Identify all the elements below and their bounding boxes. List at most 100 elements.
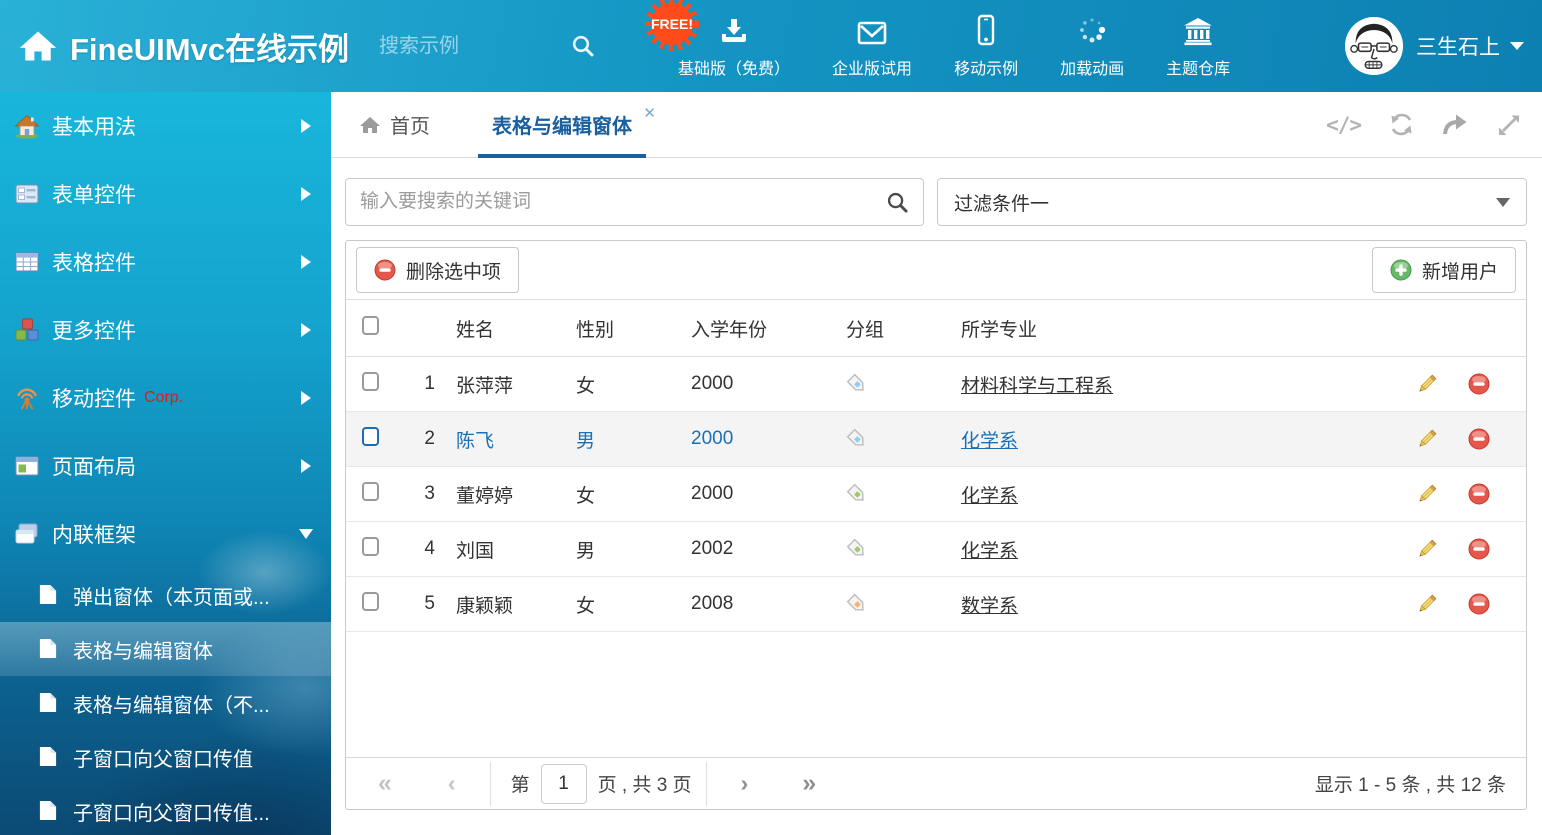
edit-pencil-icon[interactable] bbox=[1416, 373, 1438, 395]
keyword-search-input[interactable] bbox=[360, 191, 886, 213]
sidebar-subitem-grid-edit-window-2[interactable]: 表格与编辑窗体（不... bbox=[0, 676, 331, 730]
app-home-icon[interactable] bbox=[18, 26, 58, 66]
col-year[interactable]: 入学年份 bbox=[676, 300, 831, 357]
sidebar-subitem-grid-edit-window[interactable]: 表格与编辑窗体 bbox=[0, 622, 331, 676]
edit-pencil-icon[interactable] bbox=[1416, 593, 1438, 615]
page-label: 第 bbox=[511, 770, 530, 797]
col-group[interactable]: 分组 bbox=[831, 300, 946, 357]
chevron-right-icon bbox=[301, 391, 311, 405]
file-icon bbox=[38, 746, 58, 768]
tab-grid-edit-window[interactable]: 表格与编辑窗体 ✕ bbox=[478, 92, 646, 157]
nav-item-loading-animations[interactable]: 加载动画 bbox=[1039, 0, 1145, 92]
edit-pencil-icon[interactable] bbox=[1416, 538, 1438, 560]
tab-bar: 首页 表格与编辑窗体 ✕ </> bbox=[331, 92, 1542, 158]
table-row: 4 刘国 男 2002 化学系 bbox=[346, 522, 1526, 577]
row-checkbox[interactable] bbox=[362, 537, 379, 556]
home-icon bbox=[359, 114, 381, 136]
expand-icon[interactable] bbox=[1496, 112, 1522, 138]
sidebar-item-iframe[interactable]: 内联框架 bbox=[0, 500, 331, 568]
row-checkbox[interactable] bbox=[362, 482, 379, 501]
file-icon bbox=[38, 584, 58, 606]
col-name[interactable]: 姓名 bbox=[441, 300, 561, 357]
corp-badge: Corp. bbox=[144, 389, 183, 407]
header-search bbox=[379, 34, 595, 58]
sidebar-item-page-layout[interactable]: 页面布局 bbox=[0, 432, 331, 500]
view-source-icon[interactable]: </> bbox=[1326, 113, 1361, 137]
table-row: 1 张萍萍 女 2000 材料科学与工程系 bbox=[346, 357, 1526, 412]
major-link[interactable]: 化学系 bbox=[961, 541, 1018, 562]
nav-item-label: 基础版（免费） bbox=[678, 55, 790, 79]
header-search-icon[interactable] bbox=[571, 34, 595, 58]
share-icon[interactable] bbox=[1442, 112, 1469, 137]
header-nav: FREE! 基础版（免费） 企业版试用 移动示例 加载动画 bbox=[657, 0, 1251, 92]
sidebar-item-label: 移动控件 bbox=[52, 383, 136, 413]
sidebar-subitem-child-to-parent[interactable]: 子窗口向父窗口传值 bbox=[0, 730, 331, 784]
col-gender[interactable]: 性别 bbox=[561, 300, 676, 357]
header-search-input[interactable] bbox=[379, 35, 529, 58]
antenna-icon bbox=[14, 385, 40, 411]
major-link[interactable]: 化学系 bbox=[961, 431, 1018, 452]
major-link[interactable]: 数学系 bbox=[961, 596, 1018, 617]
delete-row-icon[interactable] bbox=[1468, 428, 1490, 450]
first-page-button[interactable]: « bbox=[378, 771, 392, 796]
refresh-icon[interactable] bbox=[1388, 111, 1415, 138]
delete-selected-button[interactable]: 删除选中项 bbox=[356, 247, 519, 293]
select-all-checkbox[interactable] bbox=[362, 316, 379, 335]
nav-item-enterprise-trial[interactable]: 企业版试用 bbox=[811, 0, 933, 92]
cell-name: 康颖颖 bbox=[441, 577, 561, 632]
delete-row-icon[interactable] bbox=[1468, 483, 1490, 505]
sidebar-item-label: 表单控件 bbox=[52, 179, 136, 209]
chevron-right-icon bbox=[301, 459, 311, 473]
sidebar-item-basic-usage[interactable]: 基本用法 bbox=[0, 92, 331, 160]
download-icon bbox=[718, 14, 750, 46]
col-major[interactable]: 所学专业 bbox=[946, 300, 1416, 357]
sidebar-item-mobile-controls[interactable]: 移动控件 Corp. bbox=[0, 364, 331, 432]
chevron-down-icon bbox=[1496, 198, 1510, 207]
nav-item-label: 移动示例 bbox=[954, 55, 1018, 79]
sidebar-item-form-controls[interactable]: 表单控件 bbox=[0, 160, 331, 228]
edit-pencil-icon[interactable] bbox=[1416, 428, 1438, 450]
sidebar-item-label: 基本用法 bbox=[52, 111, 136, 141]
row-checkbox[interactable] bbox=[362, 592, 379, 611]
sidebar-subitem-label: 弹出窗体（本页面或... bbox=[73, 581, 270, 610]
layout-icon bbox=[14, 453, 40, 479]
filter-condition-select[interactable]: 过滤条件一 bbox=[937, 178, 1527, 226]
tab-close-icon[interactable]: ✕ bbox=[643, 104, 656, 122]
col-rownum bbox=[396, 300, 441, 357]
sidebar-subitem-child-to-parent-2[interactable]: 子窗口向父窗口传值... bbox=[0, 784, 331, 835]
user-avatar[interactable] bbox=[1345, 17, 1403, 75]
sidebar-item-grid-controls[interactable]: 表格控件 bbox=[0, 228, 331, 296]
delete-row-icon[interactable] bbox=[1468, 373, 1490, 395]
major-link[interactable]: 化学系 bbox=[961, 486, 1018, 507]
delete-row-icon[interactable] bbox=[1468, 538, 1490, 560]
last-page-button[interactable]: » bbox=[802, 771, 816, 796]
chevron-right-icon bbox=[301, 187, 311, 201]
search-icon[interactable] bbox=[886, 191, 909, 214]
user-name: 三生石上 bbox=[1416, 31, 1500, 61]
sidebar-item-more-controls[interactable]: 更多控件 bbox=[0, 296, 331, 364]
sidebar-subitem-popup-window[interactable]: 弹出窗体（本页面或... bbox=[0, 568, 331, 622]
app-title: FineUIMvc在线示例 bbox=[70, 24, 349, 69]
nav-item-theme-repo[interactable]: 主题仓库 bbox=[1145, 0, 1251, 92]
next-page-button[interactable]: › bbox=[741, 772, 749, 795]
form-icon bbox=[14, 181, 40, 207]
add-user-button[interactable]: 新增用户 bbox=[1372, 247, 1516, 293]
page-number-input[interactable] bbox=[541, 764, 587, 804]
edit-pencil-icon[interactable] bbox=[1416, 483, 1438, 505]
user-name-dropdown[interactable]: 三生石上 bbox=[1416, 31, 1524, 61]
delete-button-label: 删除选中项 bbox=[406, 257, 501, 284]
sidebar-item-label: 表格控件 bbox=[52, 247, 136, 277]
row-number: 1 bbox=[396, 357, 441, 412]
nav-item-mobile-demo[interactable]: 移动示例 bbox=[933, 0, 1039, 92]
nav-item-basic-version[interactable]: 基础版（免费） bbox=[657, 0, 811, 92]
delete-row-icon[interactable] bbox=[1468, 593, 1490, 615]
cell-name: 张萍萍 bbox=[441, 357, 561, 412]
major-link[interactable]: 材料科学与工程系 bbox=[961, 376, 1113, 397]
bank-icon bbox=[1182, 14, 1214, 46]
prev-page-button[interactable]: ‹ bbox=[448, 772, 456, 795]
tab-home[interactable]: 首页 bbox=[359, 92, 430, 157]
frames-icon bbox=[14, 521, 40, 547]
row-checkbox[interactable] bbox=[362, 372, 379, 391]
row-checkbox[interactable] bbox=[362, 427, 379, 446]
file-icon bbox=[38, 638, 58, 660]
